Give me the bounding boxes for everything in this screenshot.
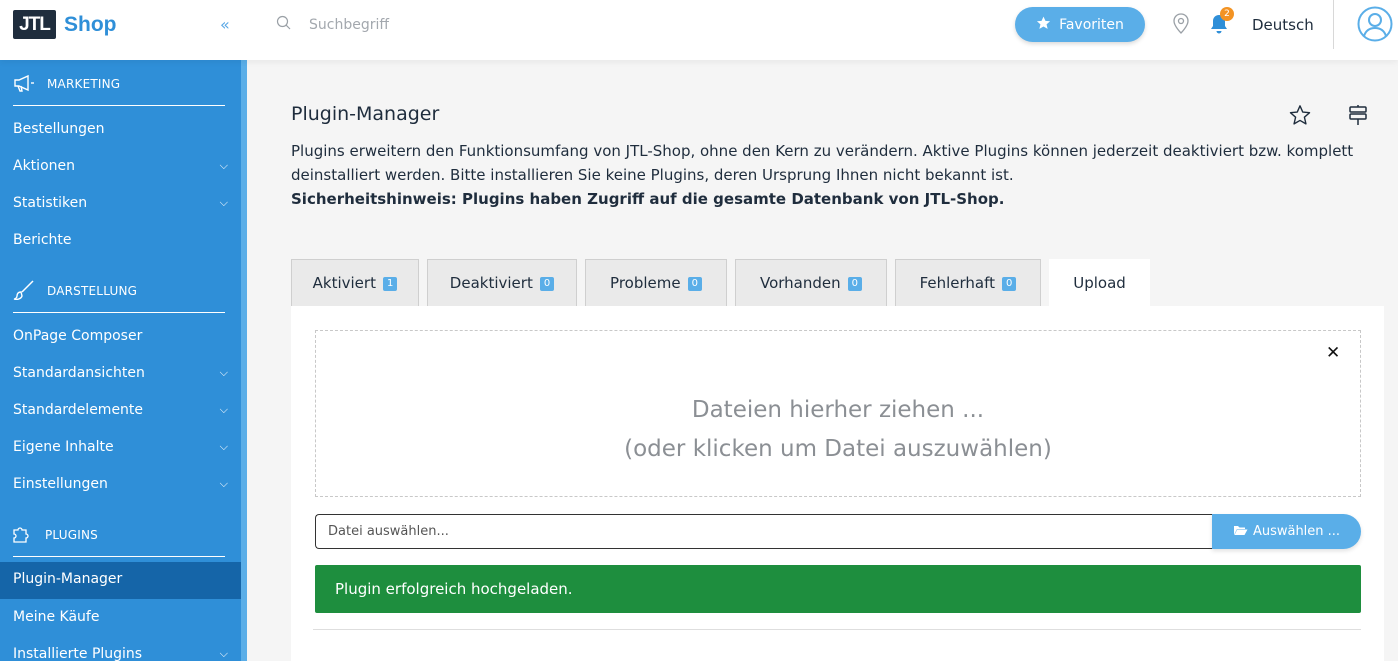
tab-upload[interactable]: Upload xyxy=(1049,259,1150,306)
sidebar-item-statistiken[interactable]: Statistiken ⌵ xyxy=(13,193,228,213)
tab-label: Vorhanden xyxy=(759,274,841,292)
section-label: MARKETING xyxy=(47,77,121,91)
dropzone-text-secondary: (oder klicken um Datei auszuwählen) xyxy=(624,436,1052,462)
chevron-down-icon: ⌵ xyxy=(219,403,228,416)
search-input[interactable] xyxy=(300,14,600,36)
folder-open-icon xyxy=(1233,524,1248,540)
chevron-down-icon: ⌵ xyxy=(219,440,228,453)
signpost-icon[interactable] xyxy=(1348,104,1368,130)
security-note: Sicherheitshinweis: Plugins haben Zugrif… xyxy=(291,190,1005,208)
favorites-button[interactable]: Favoriten xyxy=(1015,7,1145,42)
tab-label: Probleme xyxy=(610,274,681,292)
file-path-input[interactable] xyxy=(315,514,1213,549)
sidebar-item-label: Bestellungen xyxy=(13,121,105,137)
sidebar-section-plugins: PLUGINS xyxy=(13,514,225,557)
close-icon[interactable]: ✕ xyxy=(1326,343,1340,363)
sidebar-item-standardansichten[interactable]: Standardansichten ⌵ xyxy=(13,363,228,383)
sidebar-item-meine-kaeufe[interactable]: Meine Käufe xyxy=(13,607,228,627)
star-icon xyxy=(1036,16,1051,34)
language-selector[interactable]: Deutsch xyxy=(1252,16,1314,34)
tab-fehlerhaft[interactable]: Fehlerhaft 0 xyxy=(895,259,1041,306)
sidebar-collapse-icon[interactable]: « xyxy=(220,15,230,34)
top-bar: JTL Shop « Favoriten 2 Deutsch xyxy=(0,0,1398,60)
puzzle-icon xyxy=(13,525,33,546)
sidebar-item-label: Aktionen xyxy=(13,158,75,174)
success-message: Plugin erfolgreich hochgeladen. xyxy=(335,580,573,598)
sidebar-item-label: Einstellungen xyxy=(13,476,108,492)
sidebar-item-aktionen[interactable]: Aktionen ⌵ xyxy=(13,156,228,176)
megaphone-icon xyxy=(13,74,35,95)
sidebar-item-label: Berichte xyxy=(13,232,72,248)
tab-count-badge: 1 xyxy=(382,277,398,291)
sidebar-scrollbar[interactable] xyxy=(241,60,247,661)
brush-icon xyxy=(13,279,35,303)
chevron-down-icon: ⌵ xyxy=(219,196,228,209)
tab-probleme[interactable]: Probleme 0 xyxy=(585,259,727,306)
jtl-shop-logo[interactable]: JTL Shop xyxy=(13,10,117,39)
favorite-star-icon[interactable] xyxy=(1289,104,1311,130)
logo-mark: JTL xyxy=(13,10,56,39)
tab-label: Upload xyxy=(1073,273,1126,292)
chevron-down-icon: ⌵ xyxy=(219,647,228,660)
sidebar-item-label: Eigene Inhalte xyxy=(13,439,114,455)
sidebar-item-label: Standardelemente xyxy=(13,402,144,418)
user-avatar-icon[interactable] xyxy=(1357,6,1393,46)
tab-vorhanden[interactable]: Vorhanden 0 xyxy=(735,259,887,306)
tab-aktiviert[interactable]: Aktiviert 1 xyxy=(291,259,419,306)
sidebar-item-plugin-manager[interactable]: Plugin-Manager xyxy=(0,562,241,599)
tab-count-badge: 0 xyxy=(847,277,862,291)
choose-file-label: Auswählen ... xyxy=(1252,524,1341,539)
location-pin-icon[interactable] xyxy=(1172,13,1190,39)
tab-deaktiviert[interactable]: Deaktiviert 0 xyxy=(427,259,577,306)
tab-count-badge: 0 xyxy=(1002,277,1017,291)
dropzone-text-primary: Dateien hierher ziehen ... xyxy=(691,397,985,423)
tab-label: Fehlerhaft xyxy=(919,274,996,292)
favorites-label: Favoriten xyxy=(1059,16,1124,33)
chevron-down-icon: ⌵ xyxy=(219,159,228,172)
choose-file-button[interactable]: Auswählen ... xyxy=(1212,514,1361,549)
sidebar-item-standardelemente[interactable]: Standardelemente ⌵ xyxy=(13,400,228,420)
header-divider xyxy=(1333,0,1334,49)
page-title: Plugin-Manager xyxy=(291,103,440,125)
description-text: Plugins erweitern den Funktionsumfang vo… xyxy=(291,142,1354,184)
sidebar-item-label: Standardansichten xyxy=(13,365,145,381)
section-label: DARSTELLUNG xyxy=(47,284,138,298)
tab-label: Deaktiviert xyxy=(449,274,533,292)
section-label: PLUGINS xyxy=(45,528,98,542)
page-description: Plugins erweitern den Funktionsumfang vo… xyxy=(291,139,1381,211)
chevron-down-icon: ⌵ xyxy=(219,477,228,490)
sidebar-item-berichte[interactable]: Berichte xyxy=(13,230,228,250)
notification-count-badge: 2 xyxy=(1220,7,1234,21)
sidebar-item-label: Meine Käufe xyxy=(13,609,100,625)
tab-count-badge: 0 xyxy=(687,277,702,291)
search-icon xyxy=(276,15,292,35)
divider xyxy=(313,629,1361,630)
success-alert: Plugin erfolgreich hochgeladen. xyxy=(315,565,1361,613)
sidebar-item-bestellungen[interactable]: Bestellungen xyxy=(13,119,228,139)
logo-text: Shop xyxy=(64,12,117,36)
sidebar-item-eigene-inhalte[interactable]: Eigene Inhalte ⌵ xyxy=(13,437,228,457)
sidebar-section-marketing: MARKETING xyxy=(13,63,225,106)
sidebar-item-label: Installierte Plugins xyxy=(13,646,143,661)
sidebar-item-label: Plugin-Manager xyxy=(13,571,123,587)
tab-count-badge: 0 xyxy=(539,277,555,291)
chevron-down-icon: ⌵ xyxy=(219,366,228,379)
sidebar-item-onpage-composer[interactable]: OnPage Composer xyxy=(13,326,228,346)
sidebar-item-installierte-plugins[interactable]: Installierte Plugins ⌵ xyxy=(13,644,228,661)
sidebar-item-einstellungen[interactable]: Einstellungen ⌵ xyxy=(13,474,228,494)
sidebar-item-label: Statistiken xyxy=(13,195,88,211)
sidebar-section-darstellung: DARSTELLUNG xyxy=(13,270,225,313)
tab-label: Aktiviert xyxy=(312,274,376,292)
sidebar-item-label: OnPage Composer xyxy=(13,328,143,344)
